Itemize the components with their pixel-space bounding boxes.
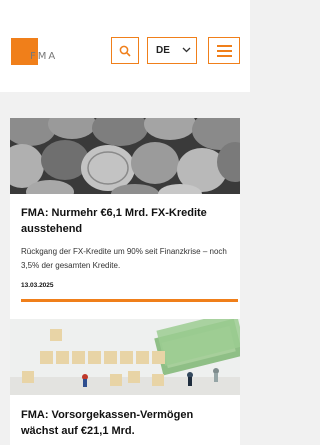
news-date: 13.03.2025 xyxy=(21,282,54,289)
site-header: FMA DE xyxy=(0,0,250,92)
news-image-vorsorge[interactable] xyxy=(10,319,240,395)
chevron-down-icon xyxy=(182,47,191,53)
news-title[interactable]: FMA: Nurmehr €6,1 Mrd. FX-Kredite ausste… xyxy=(21,205,231,237)
news-teaser: Rückgang der FX-Kredite um 90% seit Fina… xyxy=(21,247,227,270)
news-image-coins[interactable] xyxy=(10,118,240,194)
news-card[interactable]: FMA: Vorsorgekassen-Vermögen wächst auf … xyxy=(10,319,240,445)
logo-text: FMA xyxy=(30,51,58,62)
language-select[interactable]: DE xyxy=(147,37,197,64)
news-card[interactable]: FMA: Nurmehr €6,1 Mrd. FX-Kredite ausste… xyxy=(10,118,240,332)
fma-logo[interactable]: FMA xyxy=(11,38,63,66)
menu-button[interactable] xyxy=(208,37,240,64)
card-accent-bar xyxy=(21,299,238,302)
search-icon xyxy=(119,45,131,57)
language-label: DE xyxy=(156,45,170,56)
news-title[interactable]: FMA: Vorsorgekassen-Vermögen wächst auf … xyxy=(21,407,231,439)
search-button[interactable] xyxy=(111,37,139,64)
hamburger-menu-icon xyxy=(217,45,232,57)
